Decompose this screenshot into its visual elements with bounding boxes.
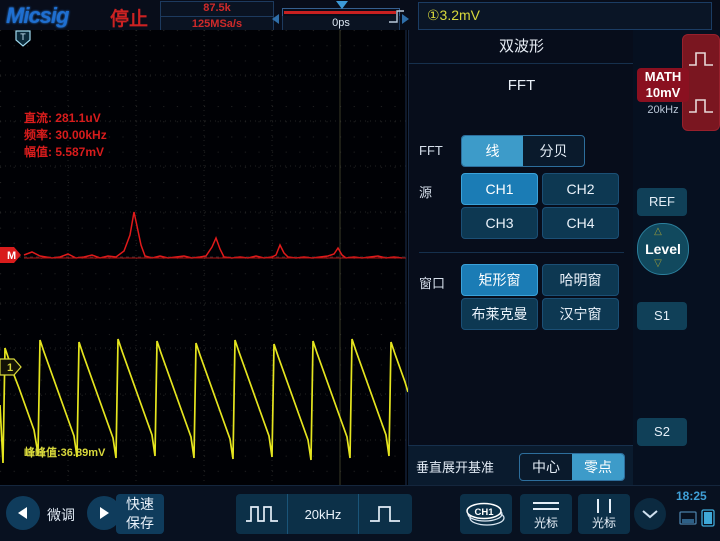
single-pulse-icon [368, 503, 402, 525]
rising-edge-icon[interactable] [388, 8, 406, 24]
horizontal-cursor-icon [531, 498, 561, 514]
menu-title: 双波形 [409, 30, 634, 64]
time-position-value: 0ps [282, 16, 400, 31]
window-button-blackman[interactable]: 布莱克曼 [461, 298, 538, 330]
battery-icon [702, 510, 714, 526]
waveform-display-area[interactable]: T M 1 直流: 281.1uV 频率: 30.00kHz 幅值: 5.587… [0, 30, 408, 485]
single-pulse-button[interactable] [359, 494, 412, 534]
measurement-frequency: 频率: 30.00kHz [24, 127, 107, 144]
position-left-arrow-icon[interactable] [272, 14, 279, 24]
svg-text:M: M [7, 250, 16, 262]
window-button-hanning[interactable]: 汉宁窗 [542, 298, 619, 330]
vertical-reference-segmented-control[interactable]: 中心 零点 [519, 453, 625, 481]
system-clock: 18:25 [676, 489, 707, 503]
square-wave-icon [245, 503, 279, 525]
channel-select-button[interactable]: CH1 [460, 494, 512, 534]
memory-depth-value: 87.5k [161, 2, 273, 15]
chevron-down-icon [641, 508, 659, 520]
time-position-box[interactable]: 0ps [282, 1, 400, 29]
system-status-icons [678, 508, 718, 528]
measurement-amplitude: 幅值: 5.587mV [24, 144, 107, 161]
bottom-toolbar: 微调 快速 保存 20kHz [0, 485, 720, 541]
right-triangle-icon [96, 505, 112, 521]
sample-rate-value: 125MSa/s [161, 16, 273, 31]
trigger-level-value: ①3.2mV [427, 7, 480, 24]
window-label: 窗口 [419, 273, 445, 292]
channel1-marker[interactable]: 1 [0, 358, 22, 376]
fft-mode-segmented-control[interactable]: 线 分贝 [461, 135, 585, 167]
ref-button[interactable]: REF [637, 188, 687, 216]
run-state-label[interactable]: 停止 [110, 4, 148, 31]
oscilloscope-screen: Micsig 停止 87.5k 125MSa/s 0ps ①3.2mV [0, 0, 720, 540]
s2-button[interactable]: S2 [637, 418, 687, 446]
right-sidebar: MATH 10mV 20kHz REF Level △ ▽ S1 S2 [633, 30, 720, 485]
source-button-ch2[interactable]: CH2 [542, 173, 619, 205]
window-button-hamming[interactable]: 哈明窗 [542, 264, 619, 296]
channel-stack-icon: CH1 [464, 501, 508, 527]
fft-mode-option-linear[interactable]: 线 [462, 136, 523, 166]
quick-save-line1: 快速 [116, 495, 164, 514]
vertical-reference-option-center[interactable]: 中心 [520, 454, 572, 480]
memory-window-bar [284, 11, 396, 14]
menu-divider [419, 252, 624, 253]
display-icon [680, 512, 696, 524]
trigger-level-box[interactable]: ①3.2mV [418, 2, 712, 30]
fft-mode-label: FFT [419, 143, 443, 158]
chevron-up-icon: △ [633, 226, 683, 237]
level-label: Level [645, 241, 681, 257]
horizontal-cursor-label: 光标 [534, 514, 558, 531]
source-button-ch3[interactable]: CH3 [461, 207, 538, 239]
pulse-waveform-icon [688, 49, 714, 69]
expand-menu-button[interactable] [634, 498, 666, 530]
trigger-position-marker-icon[interactable]: T [15, 30, 31, 47]
window-button-rectangular[interactable]: 矩形窗 [461, 264, 538, 296]
pulse-waveform-icon [688, 96, 714, 116]
measurement-peak-to-peak: 峰峰值:36.89mV [24, 444, 105, 460]
svg-text:T: T [20, 32, 26, 42]
fft-menu-panel: 双波形 FFT FFT 线 分贝 源 CH1 CH2 CH3 CH4 窗口 矩形… [408, 30, 634, 485]
math-frequency: 20kHz [637, 104, 689, 116]
source-button-ch1[interactable]: CH1 [461, 173, 538, 205]
math-scale: 10mV [637, 85, 689, 101]
quick-save-line2: 保存 [116, 514, 164, 533]
math-channel-marker[interactable]: M [0, 246, 22, 264]
menu-subtitle: FFT [409, 76, 634, 96]
quick-save-button[interactable]: 快速 保存 [116, 494, 164, 534]
source-label: 源 [419, 182, 432, 201]
svg-text:1: 1 [7, 362, 13, 374]
acquisition-info-box[interactable]: 87.5k 125MSa/s [160, 1, 274, 31]
vertical-cursor-icon [589, 498, 619, 514]
waveform-generator-group[interactable]: 20kHz [236, 494, 412, 534]
math-channel-button[interactable]: MATH 10mV [637, 68, 689, 102]
frequency-value[interactable]: 20kHz [288, 494, 358, 534]
previous-button[interactable] [6, 496, 40, 530]
top-status-bar: Micsig 停止 87.5k 125MSa/s 0ps ①3.2mV [0, 0, 720, 30]
square-wave-button[interactable] [236, 494, 288, 534]
left-triangle-icon [15, 505, 31, 521]
vertical-reference-option-zero[interactable]: 零点 [572, 454, 624, 480]
vertical-reference-label: 垂直展开基准 [416, 457, 494, 476]
source-button-ch4[interactable]: CH4 [542, 207, 619, 239]
fine-tune-label[interactable]: 微调 [47, 505, 75, 525]
s1-button[interactable]: S1 [637, 302, 687, 330]
trigger-position-marker-icon[interactable] [336, 1, 348, 9]
measurement-dc: 直流: 281.1uV [24, 110, 107, 127]
brand-logo: Micsig [6, 3, 68, 29]
chevron-down-icon: ▽ [633, 258, 683, 269]
vertical-cursor-button[interactable]: 光标 [578, 494, 630, 534]
horizontal-cursor-button[interactable]: 光标 [520, 494, 572, 534]
graticule-grid [0, 30, 408, 485]
vertical-reference-bar: 垂直展开基准 中心 零点 [408, 445, 633, 486]
math-label: MATH [637, 69, 689, 85]
vertical-cursor-label: 光标 [592, 514, 616, 531]
fft-mode-option-db[interactable]: 分贝 [523, 136, 584, 166]
channel-label: CH1 [474, 507, 494, 518]
math-measurements: 直流: 281.1uV 频率: 30.00kHz 幅值: 5.587mV [24, 110, 107, 161]
